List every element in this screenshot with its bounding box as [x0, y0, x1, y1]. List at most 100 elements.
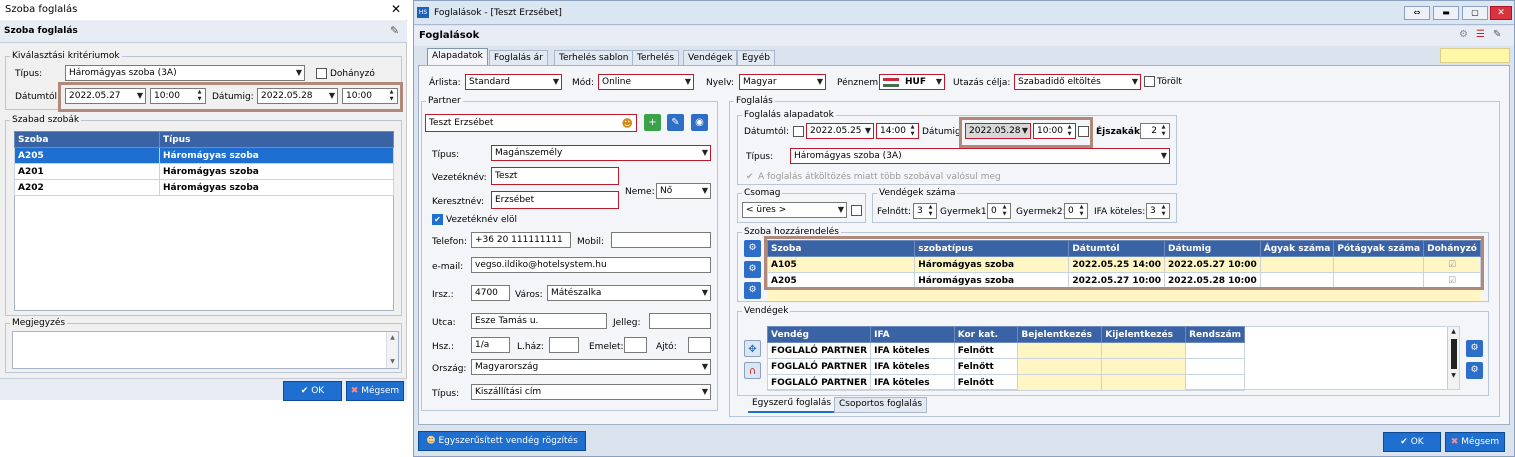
- fog-from-checkbox[interactable]: [793, 126, 804, 137]
- lhaz-field[interactable]: [549, 337, 579, 353]
- notes-scrollbar[interactable]: ▲ ▼: [386, 332, 398, 368]
- move-button[interactable]: ⇔: [1404, 6, 1430, 20]
- jelleg-field[interactable]: [649, 313, 711, 329]
- type-cell[interactable]: Háromágyas szoba: [159, 179, 394, 196]
- tab-foglalas-ar[interactable]: Foglalás ár: [489, 50, 548, 66]
- table-row[interactable]: A201 Háromágyas szoba: [14, 163, 394, 180]
- spinner-icon[interactable]: ▲ ▼: [908, 124, 917, 138]
- type-cell[interactable]: Háromágyas szoba: [159, 163, 394, 180]
- spinner-icon[interactable]: ▲ ▼: [1159, 204, 1168, 218]
- ajto-field[interactable]: [688, 337, 711, 353]
- tab-terheles[interactable]: Terhelés: [632, 50, 680, 66]
- guest-scrollbar[interactable]: ▲ ▼: [1447, 327, 1459, 389]
- smoker-checkbox[interactable]: [316, 68, 327, 79]
- ifa-cell[interactable]: IFA köteles: [870, 358, 955, 375]
- mod-select[interactable]: Online ▼: [598, 74, 694, 90]
- table-row[interactable]: FOGLALÓ PARTNER IFA köteles Felnőtt: [766, 342, 1245, 359]
- tab-egyeb[interactable]: Egyéb: [737, 50, 775, 66]
- partner-name-field[interactable]: Teszt Erzsébet ☻: [425, 114, 637, 132]
- keresztnev-field[interactable]: Erzsébet: [491, 191, 619, 209]
- edit-partner-icon[interactable]: ✎: [667, 114, 684, 131]
- minimize-button[interactable]: ▬: [1433, 6, 1459, 20]
- checkout-cell[interactable]: [1101, 342, 1187, 359]
- room-cell[interactable]: A202: [14, 179, 160, 196]
- room-cell[interactable]: A201: [14, 163, 160, 180]
- subtab-egyszeru[interactable]: Egyszerű foglalás: [748, 397, 836, 413]
- col-bejelentkezes[interactable]: Bejelentkezés: [1017, 326, 1103, 343]
- tipus2-select[interactable]: Kiszállítási cím ▼: [471, 384, 711, 400]
- table-row[interactable]: A205 Háromágyas szoba: [14, 147, 394, 164]
- checkin-cell[interactable]: [1017, 342, 1103, 359]
- penznem-select[interactable]: HUF ▼: [879, 74, 945, 90]
- varos-select[interactable]: Mátészalka ▼: [547, 285, 711, 301]
- gyermek1-field[interactable]: 0 ▲ ▼: [987, 203, 1011, 219]
- close-button[interactable]: ✕: [1490, 6, 1512, 20]
- tab-vendegek[interactable]: Vendégek: [683, 50, 738, 66]
- col-room[interactable]: Szoba: [14, 131, 160, 148]
- emelet-field[interactable]: [624, 337, 647, 353]
- plate-cell[interactable]: [1185, 342, 1245, 359]
- torolt-checkbox[interactable]: [1144, 76, 1155, 87]
- spinner-icon[interactable]: ▲ ▼: [1159, 124, 1168, 138]
- checkout-cell[interactable]: [1101, 374, 1187, 391]
- room-assign-icon[interactable]: ⚙: [744, 240, 761, 257]
- main-cancel-button[interactable]: ✖ Mégsem: [1445, 432, 1505, 452]
- plate-cell[interactable]: [1185, 374, 1245, 391]
- col-ifa[interactable]: IFA: [870, 326, 955, 343]
- add-partner-icon[interactable]: +: [644, 114, 661, 131]
- notes-textarea[interactable]: ▲ ▼: [12, 331, 399, 369]
- subtab-csoportos[interactable]: Csoportos foglalás: [834, 397, 928, 413]
- col-type[interactable]: Típus: [159, 131, 394, 148]
- vezeteknev-elol-checkbox[interactable]: ✔: [432, 214, 443, 225]
- close-icon[interactable]: ✕: [391, 2, 401, 16]
- people-icon[interactable]: ☻: [622, 116, 633, 131]
- nights-field[interactable]: 2 ▲ ▼: [1140, 123, 1170, 139]
- gyermek2-field[interactable]: 0 ▲ ▼: [1064, 203, 1088, 219]
- eraser-icon[interactable]: ✎: [390, 24, 399, 37]
- ok-button[interactable]: ✔ OK: [283, 381, 342, 401]
- plate-cell[interactable]: [1185, 358, 1245, 375]
- spinner-icon[interactable]: ▲ ▼: [1000, 204, 1009, 218]
- main-ok-button[interactable]: ✔ OK: [1383, 432, 1441, 452]
- type-cell[interactable]: Háromágyas szoba: [159, 147, 394, 164]
- partner-type-select[interactable]: Magánszemély ▼: [491, 145, 711, 161]
- checkin-cell[interactable]: [1017, 358, 1103, 375]
- col-kijelentkezes[interactable]: Kijelentkezés: [1101, 326, 1187, 343]
- telefon-field[interactable]: +36 20 111111111: [471, 232, 571, 248]
- cancel-button[interactable]: ✖ Mégsem: [346, 381, 404, 401]
- list-icon[interactable]: ☰: [1476, 29, 1485, 40]
- csomag-checkbox[interactable]: [851, 205, 862, 216]
- irsz-field[interactable]: 4700: [471, 285, 510, 301]
- ifa-field[interactable]: 3 ▲ ▼: [1146, 203, 1170, 219]
- table-row[interactable]: A202 Háromágyas szoba: [14, 179, 394, 196]
- age-cell[interactable]: Felnőtt: [953, 342, 1019, 359]
- quick-guest-button[interactable]: ☻ Egyszerűsített vendég rögzítés: [418, 431, 586, 451]
- email-field[interactable]: vegso.ildiko@hotelsystem.hu: [471, 257, 711, 273]
- table-row[interactable]: FOGLALÓ PARTNER IFA köteles Felnőtt: [766, 358, 1245, 375]
- room-cell[interactable]: A205: [14, 147, 160, 164]
- settings-icon[interactable]: ⚙: [1459, 29, 1468, 40]
- fog-from-date[interactable]: 2022.05.25 ▼: [806, 123, 874, 139]
- guest-add-icon[interactable]: ⚙: [1466, 340, 1483, 357]
- guest-settings-icon[interactable]: ⚙: [1466, 362, 1483, 379]
- utazas-select[interactable]: Szabadidő eltöltés ▼: [1014, 74, 1141, 90]
- mobil-field[interactable]: [611, 232, 711, 248]
- vezeteknev-field[interactable]: Teszt: [491, 167, 619, 185]
- age-cell[interactable]: Felnőtt: [953, 358, 1019, 375]
- guest-cell[interactable]: FOGLALÓ PARTNER: [766, 374, 872, 391]
- fog-type-select[interactable]: Háromágyas szoba (3A) ▼: [790, 148, 1170, 164]
- csomag-select[interactable]: < üres > ▼: [742, 202, 847, 218]
- hsz-field[interactable]: 1/a: [471, 337, 510, 353]
- arlista-select[interactable]: Standard ▼: [465, 74, 562, 90]
- move-guest-icon[interactable]: ✥: [744, 340, 761, 357]
- magnet-icon[interactable]: ∩: [744, 362, 761, 379]
- utca-field[interactable]: Esze Tamás u.: [471, 313, 607, 329]
- guest-cell[interactable]: FOGLALÓ PARTNER: [766, 342, 872, 359]
- view-partner-icon[interactable]: ◉: [691, 114, 708, 131]
- checkin-cell[interactable]: [1017, 374, 1103, 391]
- spinner-icon[interactable]: ▲ ▼: [1077, 204, 1086, 218]
- col-vendeg[interactable]: Vendég: [766, 326, 872, 343]
- spinner-icon[interactable]: ▲ ▼: [926, 204, 935, 218]
- ifa-cell[interactable]: IFA köteles: [870, 342, 955, 359]
- checkout-cell[interactable]: [1101, 358, 1187, 375]
